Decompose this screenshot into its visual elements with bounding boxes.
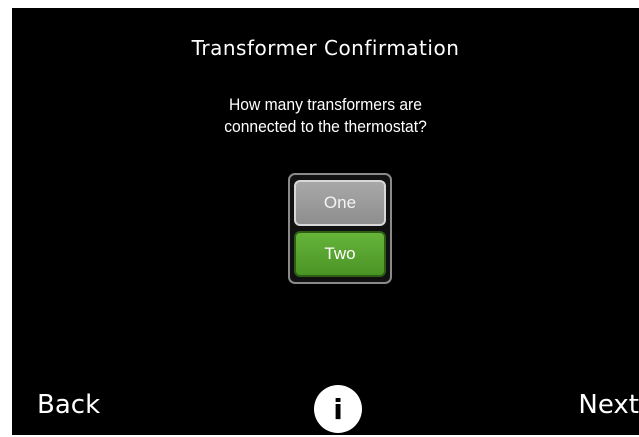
info-icon[interactable]: i bbox=[314, 385, 362, 433]
option-two-button[interactable]: Two bbox=[294, 231, 386, 277]
transformer-count-selector: One Two bbox=[288, 173, 392, 284]
next-button[interactable]: Next bbox=[578, 390, 639, 420]
back-button[interactable]: Back bbox=[37, 390, 100, 420]
question-line-2: connected to the thermostat? bbox=[224, 117, 427, 136]
option-one-button[interactable]: One bbox=[294, 180, 386, 226]
page-title: Transformer Confirmation bbox=[191, 36, 460, 60]
thermostat-screen: Transformer Confirmation How many transf… bbox=[12, 8, 639, 435]
question-line-1: How many transformers are bbox=[229, 95, 422, 114]
device-bezel: Transformer Confirmation How many transf… bbox=[0, 0, 639, 437]
question-text: How many transformers are connected to t… bbox=[12, 94, 639, 138]
